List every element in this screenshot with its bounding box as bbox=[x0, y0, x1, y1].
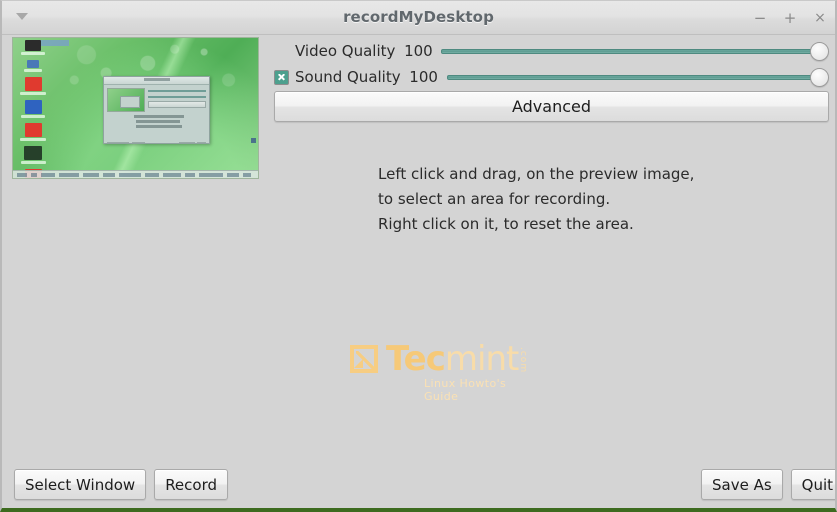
video-slider-track bbox=[441, 48, 815, 54]
bottom-right-buttons: Save As Quit bbox=[701, 469, 835, 500]
minimize-button[interactable]: − bbox=[753, 8, 767, 28]
desktop-preview-image[interactable] bbox=[12, 37, 259, 179]
watermark-tec: Tec bbox=[386, 339, 446, 379]
maximize-button[interactable]: + bbox=[783, 8, 797, 28]
desktop-icon bbox=[16, 100, 50, 118]
select-window-button[interactable]: Select Window bbox=[14, 469, 147, 500]
tecmint-wordmark: Tecmint bbox=[386, 339, 519, 379]
instruction-line-1: Left click and drag, on the preview imag… bbox=[378, 165, 695, 183]
instruction-line-2: to select an area for recording. bbox=[378, 190, 611, 208]
video-quality-value: 100 bbox=[404, 42, 433, 60]
preview-tray-icon bbox=[251, 138, 256, 143]
close-button[interactable]: × bbox=[813, 8, 827, 28]
save-as-button[interactable]: Save As bbox=[701, 469, 783, 500]
desktop-icon bbox=[16, 146, 50, 164]
desktop-icon bbox=[16, 123, 50, 141]
client-area: Video Quality 100 Sound Quality 100 Adva… bbox=[2, 35, 835, 508]
watermark-dotcom: .com bbox=[518, 347, 528, 374]
preview-inner-button bbox=[132, 142, 145, 143]
window-title: recordMyDesktop bbox=[343, 8, 494, 26]
sound-quality-value: 100 bbox=[409, 68, 438, 86]
bottom-left-buttons: Select Window Record bbox=[14, 469, 229, 500]
titlebar: recordMyDesktop − + × bbox=[2, 1, 835, 35]
window-controls: − + × bbox=[753, 1, 827, 34]
sound-quality-label: Sound Quality bbox=[295, 68, 401, 86]
preview-inner-text bbox=[136, 120, 180, 123]
watermark-tagline: Linux Howto's Guide bbox=[424, 377, 507, 403]
tecmint-logo-icon bbox=[350, 345, 378, 373]
preview-inner-titlebar bbox=[104, 77, 209, 85]
instruction-line-3: Right click on it, to reset the area. bbox=[378, 215, 634, 233]
record-button[interactable]: Record bbox=[154, 469, 229, 500]
preview-inner-body bbox=[104, 85, 209, 143]
desktop-icon bbox=[16, 77, 50, 95]
record-my-desktop-window: recordMyDesktop − + × Video Quality 100 … bbox=[0, 0, 837, 512]
preview-inner-button bbox=[107, 142, 129, 143]
preview-taskbar bbox=[13, 170, 258, 178]
tecmint-watermark: Tecmint .com Linux Howto's Guide bbox=[350, 339, 532, 403]
preview-inner-thumbnail bbox=[107, 88, 145, 112]
video-quality-row: Video Quality 100 bbox=[274, 39, 829, 63]
sound-quality-slider[interactable] bbox=[446, 66, 829, 88]
sound-quality-row: Sound Quality 100 bbox=[274, 65, 829, 89]
desktop-icon bbox=[16, 60, 50, 72]
quit-button[interactable]: Quit bbox=[790, 469, 835, 500]
preview-instructions: Left click and drag, on the preview imag… bbox=[378, 162, 694, 237]
sound-slider-handle[interactable] bbox=[810, 67, 829, 87]
preview-desktop-icons bbox=[16, 40, 50, 178]
advanced-button[interactable]: Advanced bbox=[274, 91, 829, 122]
watermark-mint: mint bbox=[444, 339, 519, 379]
preview-inner-slider bbox=[148, 90, 206, 92]
preview-inner-advanced bbox=[148, 101, 206, 108]
video-slider-handle[interactable] bbox=[810, 41, 829, 61]
desktop-icon bbox=[16, 40, 50, 55]
video-quality-slider[interactable] bbox=[441, 40, 829, 62]
sound-enable-checkbox[interactable] bbox=[274, 69, 289, 85]
preview-inner-button bbox=[179, 142, 195, 143]
preview-inner-text bbox=[136, 125, 182, 128]
preview-inner-text bbox=[134, 115, 184, 118]
preview-inner-window bbox=[103, 76, 210, 144]
sound-slider-track bbox=[446, 74, 815, 80]
preview-inner-slider bbox=[148, 96, 206, 98]
video-quality-label: Video Quality bbox=[295, 42, 396, 60]
preview-inner-button bbox=[197, 142, 206, 143]
